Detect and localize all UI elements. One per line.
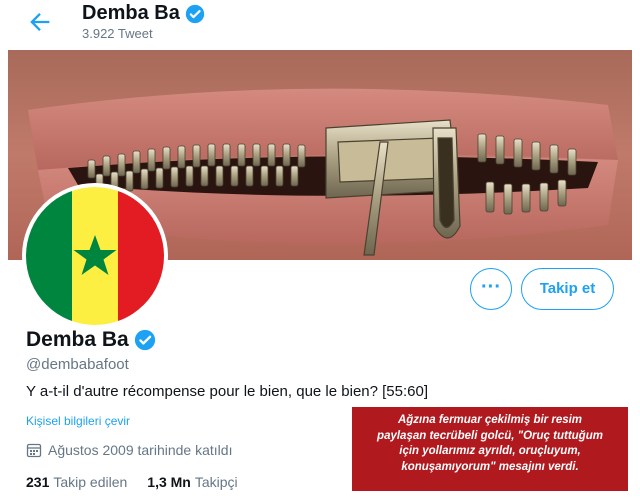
followers-label: Takipçi: [194, 474, 238, 490]
caption-line: için yollarımız ayrıldı, oruçluyum,: [399, 445, 581, 457]
join-date: Ağustos 2009 tarihinde katıldı: [26, 442, 232, 458]
join-date-text: Ağustos 2009 tarihinde katıldı: [48, 442, 233, 458]
followers-count: 1,3 Mn: [147, 474, 191, 490]
header-title: Demba Ba: [82, 2, 205, 25]
caption-line: Ağzına fermuar çekilmiş bir resim: [397, 414, 583, 426]
caption-line: konuşamıyorum" mesajını verdi.: [401, 460, 579, 473]
profile-bio: Y a-t-il d'autre récompense pour le bien…: [26, 383, 429, 400]
following-label: Takip edilen: [53, 474, 128, 490]
followers-stat[interactable]: 1,3 Mn Takipçi: [147, 474, 237, 490]
header-name: Demba Ba: [82, 2, 180, 24]
follow-button[interactable]: Takip et: [521, 268, 614, 310]
profile-avatar[interactable]: [22, 183, 168, 329]
news-caption-box: Ağzına fermuar çekilmiş bir resim paylaş…: [352, 407, 628, 491]
profile-handle: @dembabafoot: [26, 356, 129, 373]
verified-badge-icon: [134, 329, 155, 351]
translate-bio-link[interactable]: Kişisel bilgileri çevir: [26, 414, 130, 428]
caption-line: paylaşan tecrübeli golcü, "Oruç tuttuğum: [377, 429, 603, 442]
following-stat[interactable]: 231 Takip edilen: [26, 474, 127, 490]
senegal-flag-image: [26, 187, 164, 325]
following-count: 231: [26, 474, 50, 490]
follow-stats: 231 Takip edilen 1,3 Mn Takipçi: [26, 474, 258, 490]
calendar-icon: [26, 443, 42, 458]
verified-badge-icon: [185, 4, 204, 23]
profile-header: Demba Ba 3.922 Tweet: [0, 0, 640, 48]
more-options-button[interactable]: ···: [470, 268, 512, 310]
profile-name-text: Demba Ba: [26, 328, 129, 351]
tweet-count: 3.922 Tweet: [82, 26, 153, 41]
back-arrow-icon[interactable]: [26, 8, 54, 36]
profile-name: Demba Ba: [26, 328, 156, 352]
